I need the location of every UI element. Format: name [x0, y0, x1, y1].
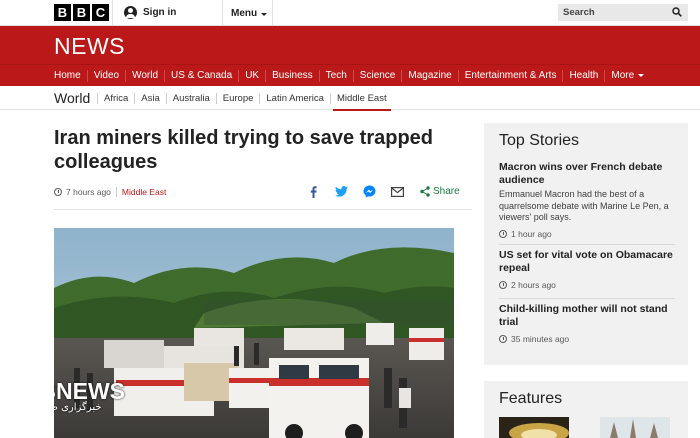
divider [499, 298, 675, 299]
search-icon[interactable] [672, 7, 682, 17]
nav-item-video[interactable]: Video [86, 70, 125, 82]
watermark-logo: IRIBNEWS خبرگزاری صدا و سیما [54, 378, 150, 413]
story-title[interactable]: Macron wins over French debate audience [499, 161, 677, 187]
story-time-text: 35 minutes ago [511, 334, 570, 344]
share-icon [420, 186, 430, 197]
share-label: Share [433, 186, 460, 197]
share-button[interactable]: Share [420, 186, 460, 197]
email-icon[interactable] [390, 185, 405, 198]
chevron-down-icon [261, 13, 268, 16]
story-timestamp: 2 hours ago [499, 280, 677, 290]
top-story-item[interactable]: US set for vital vote on Obamacare repea… [499, 249, 677, 290]
subnav-item-africa[interactable]: Africa [97, 92, 134, 104]
section-nav: World Africa Asia Australia Europe Latin… [0, 86, 700, 111]
story-title[interactable]: US set for vital vote on Obamacare repea… [499, 249, 677, 275]
divider [112, 0, 113, 26]
signin-button[interactable]: Sign in [124, 6, 176, 19]
news-banner: NEWS [0, 26, 700, 64]
clock-icon [499, 281, 507, 289]
clock-icon [499, 335, 507, 343]
nav-item-entertainment[interactable]: Entertainment & Arts [457, 70, 563, 82]
menu-label: Menu [231, 8, 258, 19]
top-story-item[interactable]: Macron wins over French debate audience … [499, 161, 677, 239]
top-stories-heading: Top Stories [499, 132, 580, 149]
article-section-link[interactable]: Middle East [115, 187, 166, 197]
search-placeholder: Search [563, 7, 595, 18]
nav-item-health[interactable]: Health [562, 70, 604, 82]
logo-letter: C [92, 4, 109, 21]
subnav-item-middle-east[interactable]: Middle East [329, 92, 393, 111]
logo-letter: B [54, 4, 71, 21]
article-headline: Iran miners killed trying to save trappe… [54, 127, 434, 173]
messenger-icon[interactable] [362, 185, 377, 198]
top-stories-panel: Top Stories Macron wins over French deba… [484, 123, 688, 365]
nav-item-home[interactable]: Home [48, 70, 87, 82]
section-title[interactable]: World [54, 90, 90, 106]
search-input[interactable]: Search [558, 4, 688, 21]
story-time-text: 1 hour ago [511, 228, 552, 239]
nav-item-uk[interactable]: UK [238, 70, 265, 82]
nav-item-science[interactable]: Science [352, 70, 402, 82]
divider [272, 0, 273, 26]
top-bar: B B C Sign in Menu Search [0, 0, 700, 26]
subnav-item-australia[interactable]: Australia [165, 92, 216, 104]
watermark-brand: IRIBNEWS [54, 378, 125, 404]
nav-item-more[interactable]: More [604, 70, 650, 82]
article-meta: 7 hours ago Middle East [54, 187, 166, 197]
news-logo[interactable]: NEWS [54, 33, 125, 60]
menu-button[interactable]: Menu [231, 8, 268, 19]
top-story-item[interactable]: Child-killing mother will not stand tria… [499, 303, 677, 344]
story-timestamp: 35 minutes ago [499, 334, 677, 344]
story-timestamp: 1 hour ago [499, 229, 677, 239]
features-panel: Features [484, 381, 688, 438]
subnav-item-latin-america[interactable]: Latin America [259, 92, 330, 104]
user-icon [124, 6, 137, 19]
divider [54, 209, 472, 210]
share-tools: Share [306, 185, 460, 198]
feature-thumbnail[interactable] [499, 417, 569, 438]
nav-item-world[interactable]: World [125, 70, 164, 82]
nav-item-tech[interactable]: Tech [318, 70, 353, 82]
nav-item-us-canada[interactable]: US & Canada [164, 70, 238, 82]
twitter-icon[interactable] [334, 185, 349, 198]
feature-thumbnail[interactable] [600, 417, 670, 438]
article-time: 7 hours ago [66, 187, 111, 197]
main-nav: Home Video World US & Canada UK Business… [0, 64, 700, 86]
clock-icon [54, 188, 62, 196]
clock-icon [499, 229, 507, 238]
bbc-logo[interactable]: B B C [54, 4, 109, 21]
subnav-item-europe[interactable]: Europe [215, 92, 260, 104]
nav-item-magazine[interactable]: Magazine [401, 70, 457, 82]
logo-letter: B [73, 4, 90, 21]
more-label: More [611, 70, 635, 81]
divider [499, 244, 675, 245]
story-summary: Emmanuel Macron had the best of a quarre… [499, 189, 669, 222]
divider [222, 0, 223, 26]
features-heading: Features [499, 390, 563, 407]
story-time-text: 2 hours ago [511, 280, 556, 290]
article-image: IRIBNEWS خبرگزاری صدا و سیما [54, 228, 454, 438]
subnav-item-asia[interactable]: Asia [134, 92, 165, 104]
signin-label: Sign in [143, 7, 177, 18]
chevron-down-icon [638, 73, 645, 77]
facebook-icon[interactable] [306, 185, 321, 198]
story-title[interactable]: Child-killing mother will not stand tria… [499, 303, 677, 329]
nav-item-business[interactable]: Business [265, 70, 319, 82]
